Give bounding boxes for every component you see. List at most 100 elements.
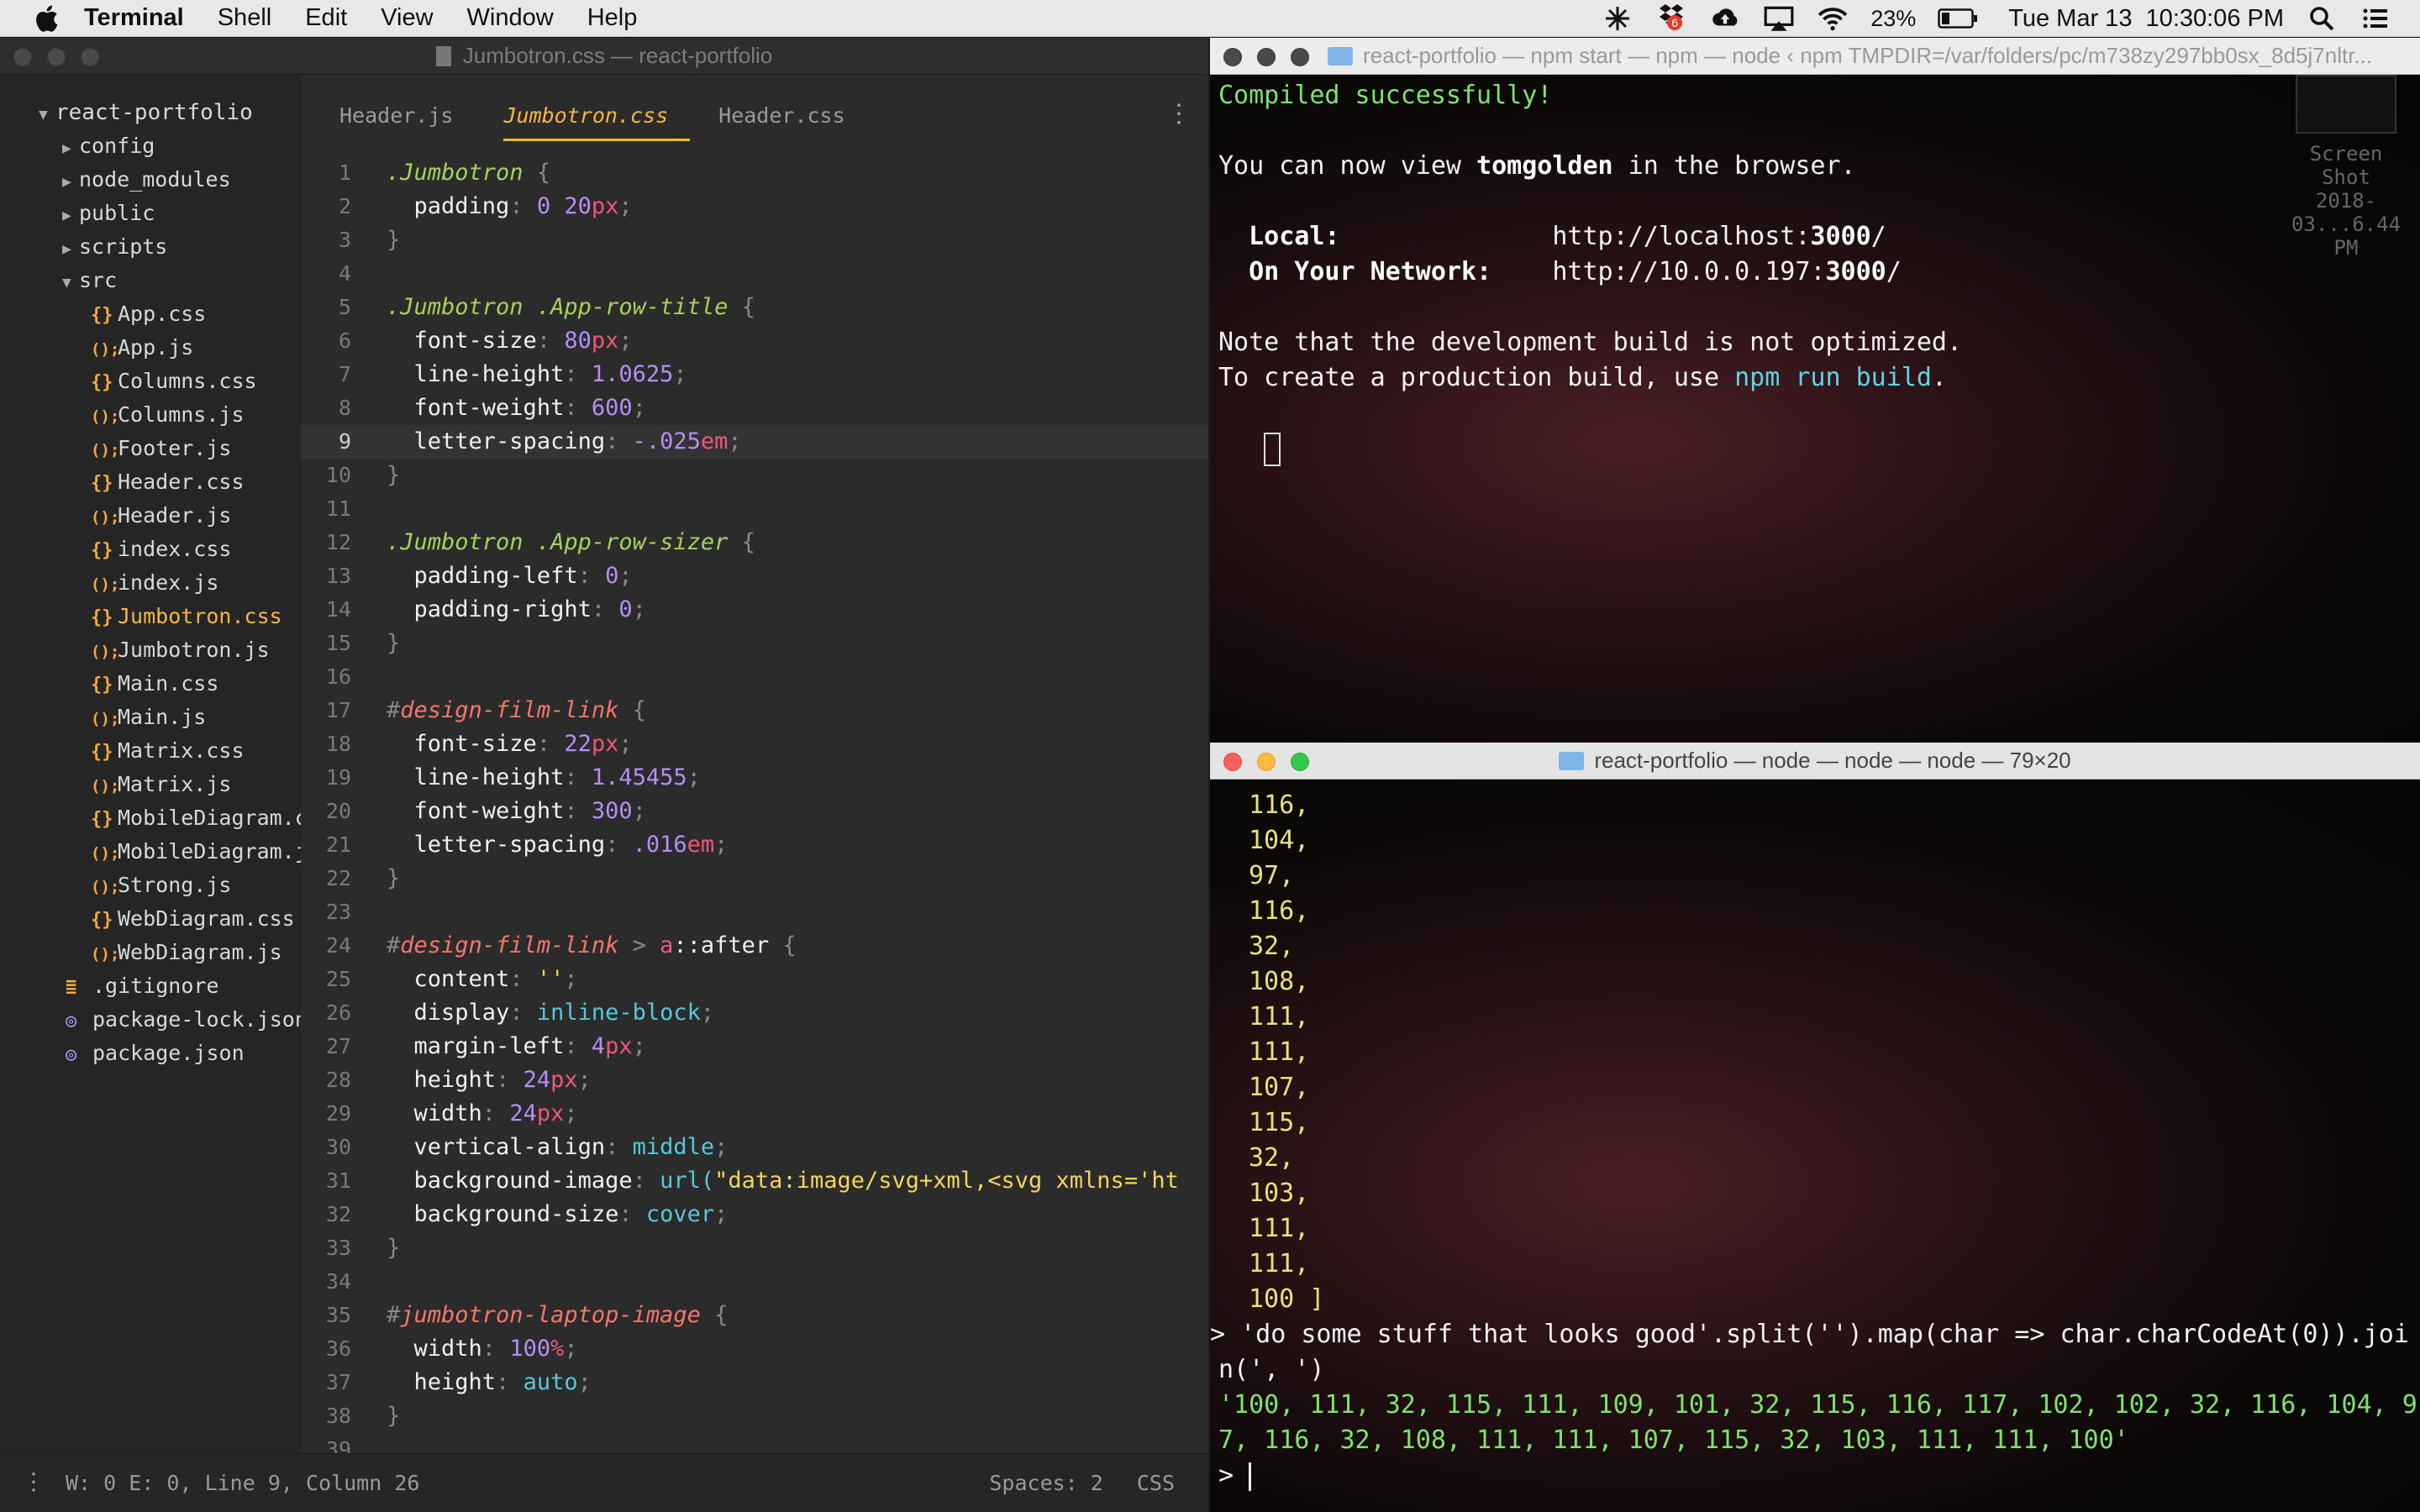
wifi-icon[interactable] bbox=[1817, 5, 1849, 32]
spotlight-search-icon[interactable] bbox=[2306, 5, 2338, 32]
code-line[interactable]: 13 padding-left: 0; bbox=[301, 559, 1208, 593]
code-line[interactable]: 4 bbox=[301, 257, 1208, 291]
tree-item[interactable]: ();Footer.js bbox=[0, 432, 301, 465]
url[interactable]: http://localhost: bbox=[1552, 222, 1810, 251]
code-line[interactable]: 2 padding: 0 20px; bbox=[301, 190, 1208, 223]
code-line[interactable]: 11 bbox=[301, 492, 1208, 526]
menu-edit[interactable]: Edit bbox=[305, 4, 347, 32]
tree-item[interactable]: ▼ src bbox=[0, 264, 301, 297]
close-button[interactable] bbox=[13, 48, 32, 66]
editor-tab[interactable]: Header.js bbox=[339, 76, 503, 156]
tree-item[interactable]: ◎ package-lock.json bbox=[0, 1003, 301, 1037]
code-line[interactable]: 9 letter-spacing: -.025em; bbox=[301, 425, 1208, 459]
close-button[interactable] bbox=[1223, 753, 1242, 771]
close-button[interactable] bbox=[1223, 48, 1242, 66]
code-line[interactable]: 10} bbox=[301, 459, 1208, 492]
tree-item[interactable]: {} Main.css bbox=[0, 667, 301, 701]
menu-view[interactable]: View bbox=[381, 4, 433, 32]
minimize-button[interactable] bbox=[47, 48, 66, 66]
code-line[interactable]: 6 font-size: 80px; bbox=[301, 324, 1208, 358]
code-line[interactable]: 19 line-height: 1.45455; bbox=[301, 761, 1208, 795]
code-line[interactable]: 22} bbox=[301, 862, 1208, 895]
code-line[interactable]: 37 height: auto; bbox=[301, 1366, 1208, 1399]
code-pane[interactable]: Header.js Jumbotron.css Header.css ⋮ 1 .Jum… bbox=[301, 76, 1208, 1462]
code-line[interactable]: 24 #design-film-link > a::after { bbox=[301, 929, 1208, 963]
clock[interactable]: Tue Mar 13 10:30:06 PM bbox=[2008, 5, 2284, 33]
terminal-output[interactable]: 116, 104, 97, 116, 32, 108, 111, 111, 107, 115, 32… bbox=[1210, 780, 2420, 1512]
tree-item[interactable]: ();Matrix.js bbox=[0, 768, 301, 801]
code-line[interactable]: 29 width: 24px; bbox=[301, 1097, 1208, 1131]
code-line[interactable]: 38} bbox=[301, 1399, 1208, 1433]
code-line[interactable]: 14 padding-right: 0; bbox=[301, 593, 1208, 627]
code-line[interactable]: 1 .Jumbotron { bbox=[301, 156, 1208, 190]
tree-item[interactable]: ();Jumbotron.js bbox=[0, 633, 301, 667]
battery-icon[interactable] bbox=[1938, 8, 1978, 29]
code-line[interactable]: 23 bbox=[301, 895, 1208, 929]
tree-item[interactable]: {} Jumbotron.css bbox=[0, 600, 301, 633]
code-line[interactable]: 30 vertical-align: middle; bbox=[301, 1131, 1208, 1164]
menu-app-name[interactable]: Terminal bbox=[84, 4, 184, 32]
screenshot-desktop-file[interactable]: Screen Shot 2018-03...6.44 PM bbox=[2287, 75, 2405, 260]
zoom-button[interactable] bbox=[81, 48, 99, 66]
code-line[interactable]: 12 .Jumbotron .App-row-sizer { bbox=[301, 526, 1208, 559]
tree-item[interactable]: ();index.js bbox=[0, 566, 301, 600]
tree-item[interactable]: ();WebDiagram.js bbox=[0, 936, 301, 969]
code-line[interactable]: 32 background-size: cover; bbox=[301, 1198, 1208, 1231]
code-line[interactable]: 8 font-weight: 600; bbox=[301, 391, 1208, 425]
minimize-button[interactable] bbox=[1257, 753, 1276, 771]
tree-item[interactable]: ▼ react-portfolio bbox=[0, 96, 301, 129]
zoom-button[interactable] bbox=[1291, 48, 1309, 66]
tree-item[interactable]: {} WebDiagram.css bbox=[0, 902, 301, 936]
tree-item[interactable]: ();Strong.js bbox=[0, 869, 301, 902]
tree-item[interactable]: {}MobileDiagram.css bbox=[0, 801, 301, 835]
status-language[interactable]: CSS bbox=[1137, 1471, 1175, 1495]
tree-item[interactable]: ▶ public bbox=[0, 197, 301, 230]
code-line[interactable]: 25 content: ''; bbox=[301, 963, 1208, 996]
code-line[interactable]: 34 bbox=[301, 1265, 1208, 1299]
terminal-titlebar[interactable]: react-portfolio — node — node — node — 7… bbox=[1210, 743, 2420, 780]
terminal-output[interactable]: Screen Shot 2018-03...6.44 PM Compiled s… bbox=[1210, 75, 2420, 743]
code-line[interactable]: 20 font-weight: 300; bbox=[301, 795, 1208, 828]
tree-item[interactable]: {} Matrix.css bbox=[0, 734, 301, 768]
airplay-icon[interactable] bbox=[1763, 5, 1795, 32]
tree-item[interactable]: ▶ scripts bbox=[0, 230, 301, 264]
url[interactable]: http://10.0.0.197: bbox=[1552, 257, 1825, 286]
snowflake-icon[interactable] bbox=[1602, 5, 1634, 32]
tree-item[interactable]: ();Columns.js bbox=[0, 398, 301, 432]
menu-shell[interactable]: Shell bbox=[218, 4, 272, 32]
code-line[interactable]: 7 line-height: 1.0625; bbox=[301, 358, 1208, 391]
code-line[interactable]: 26 display: inline-block; bbox=[301, 996, 1208, 1030]
editor-tab[interactable]: Jumbotron.css bbox=[503, 76, 718, 156]
tree-item[interactable]: {} Columns.css bbox=[0, 365, 301, 398]
tree-item[interactable]: ();MobileDiagram.js bbox=[0, 835, 301, 869]
code-lines[interactable]: 1 .Jumbotron {2 padding: 0 20px; 3} 4 5 .Jumb… bbox=[301, 156, 1208, 1467]
code-line[interactable]: 15} bbox=[301, 627, 1208, 660]
tree-item[interactable]: ();App.js bbox=[0, 331, 301, 365]
code-line[interactable]: 16 bbox=[301, 660, 1208, 694]
editor-tab[interactable]: Header.css bbox=[718, 76, 896, 156]
tree-item[interactable]: ();Main.js bbox=[0, 701, 301, 734]
more-options-icon[interactable]: ⋮ bbox=[1166, 99, 1192, 129]
prompt-line[interactable]: > bbox=[1210, 1458, 2420, 1494]
apple-menu-icon[interactable] bbox=[34, 4, 59, 33]
zoom-button[interactable] bbox=[1291, 753, 1309, 771]
code-line[interactable]: 28 height: 24px; bbox=[301, 1063, 1208, 1097]
code-line[interactable]: 3} bbox=[301, 223, 1208, 257]
code-line[interactable]: 35 #jumbotron-laptop-image { bbox=[301, 1299, 1208, 1332]
code-line[interactable]: 31 background-image: url("data:image/svg… bbox=[301, 1164, 1208, 1198]
notification-center-icon[interactable] bbox=[2360, 5, 2391, 32]
tree-item[interactable]: {} index.css bbox=[0, 533, 301, 566]
code-line[interactable]: 36 width: 100%; bbox=[301, 1332, 1208, 1366]
code-line[interactable]: 5 .Jumbotron .App-row-title { bbox=[301, 291, 1208, 324]
terminal-titlebar[interactable]: react-portfolio — npm start — npm — node… bbox=[1210, 38, 2420, 75]
tree-item[interactable]: ◎ package.json bbox=[0, 1037, 301, 1070]
editor-titlebar[interactable]: Jumbotron.css — react-portfolio bbox=[0, 38, 1208, 75]
tree-item[interactable]: ≣ .gitignore bbox=[0, 969, 301, 1003]
menu-help[interactable]: Help bbox=[587, 4, 638, 32]
status-position[interactable]: W: 0 E: 0, Line 9, Column 26 bbox=[66, 1471, 419, 1495]
status-menu-icon[interactable]: ⋮ bbox=[22, 1467, 45, 1495]
tree-item[interactable]: ▶ node_modules bbox=[0, 163, 301, 197]
code-line[interactable]: 33} bbox=[301, 1231, 1208, 1265]
tree-item[interactable]: ▶ config bbox=[0, 129, 301, 163]
code-line[interactable]: 18 font-size: 22px; bbox=[301, 727, 1208, 761]
